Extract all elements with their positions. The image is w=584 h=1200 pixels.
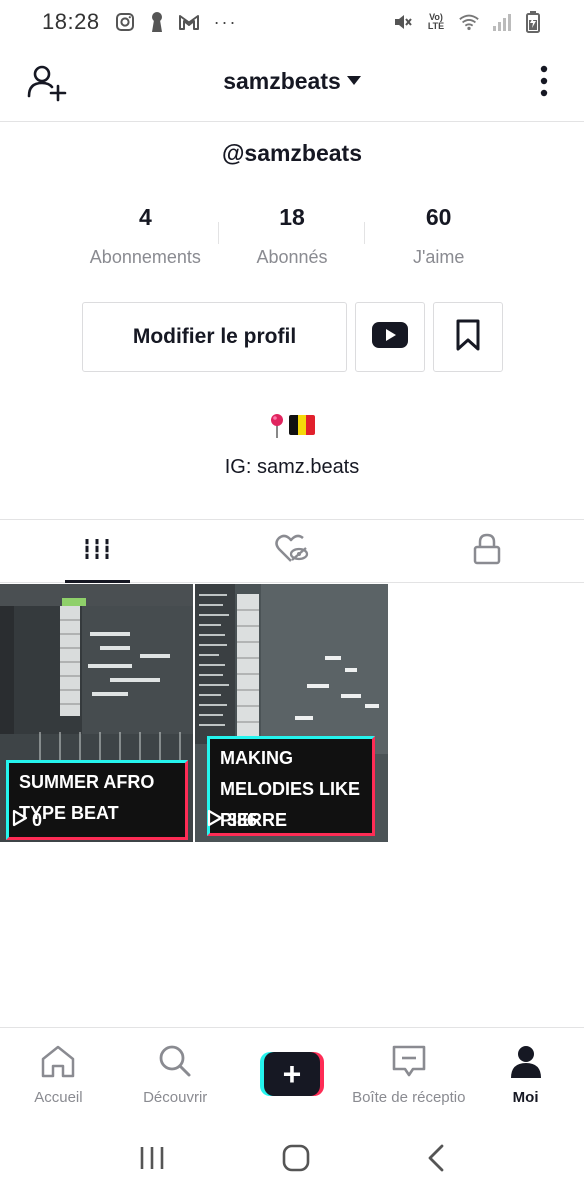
create-plus-icon: +	[259, 1052, 324, 1096]
stat-label: Abonnés	[256, 247, 328, 267]
view-count-value: 0	[32, 810, 43, 830]
status-more-dots: ···	[213, 11, 238, 32]
stat-label: Abonnements	[89, 247, 201, 267]
more-vertical-icon[interactable]	[534, 64, 554, 104]
status-time: 18:28	[42, 9, 100, 34]
edit-profile-button[interactable]: Modifier le profil	[82, 302, 347, 372]
wifi-icon	[458, 11, 480, 33]
nav-discover[interactable]: Découvrir	[117, 1028, 234, 1121]
system-nav-bar	[0, 1121, 584, 1200]
tab-liked[interactable]	[195, 520, 390, 582]
tab-active-indicator	[65, 580, 130, 583]
play-icon	[12, 809, 28, 832]
volte-icon: Vo) LTE	[427, 12, 445, 31]
nav-label: Boîte de réceptio	[352, 1089, 466, 1106]
videos-grid-icon	[84, 536, 111, 567]
instagram-icon	[114, 11, 136, 33]
favorites-button[interactable]	[433, 302, 503, 372]
stat-value: 60	[425, 204, 452, 230]
back-icon[interactable]	[425, 1143, 447, 1178]
liked-hidden-icon	[275, 534, 309, 569]
view-count: 386	[207, 809, 257, 832]
stat-following[interactable]: 4 Abonnements	[72, 200, 219, 270]
profile-stats: 4 Abonnements 18 Abonnés 60 J'aime	[72, 200, 512, 270]
stat-label: J'aime	[412, 247, 465, 267]
nav-profile[interactable]: Moi	[467, 1028, 584, 1121]
home-icon	[39, 1044, 77, 1083]
caption-line: SUMMER AFRO	[19, 772, 155, 792]
stat-value: 18	[279, 204, 305, 230]
nav-create[interactable]: +	[234, 1028, 351, 1121]
stat-value: 4	[138, 204, 152, 230]
recent-apps-icon[interactable]	[137, 1144, 167, 1177]
pin-icon	[269, 413, 285, 438]
signal-icon	[490, 11, 512, 33]
youtube-button[interactable]	[355, 302, 425, 372]
profile-icon	[509, 1044, 543, 1083]
stat-likes[interactable]: 60 J'aime	[365, 200, 512, 270]
play-icon	[207, 809, 223, 832]
mute-icon	[392, 11, 414, 33]
profile-handle: @samzbeats	[221, 140, 363, 166]
caption-line: TYPE BEAT	[19, 803, 119, 823]
search-icon	[157, 1044, 193, 1083]
status-right-icons: Vo) LTE	[392, 11, 544, 33]
status-bar: 18:28 ··· Vo) LTE	[0, 0, 584, 44]
belgium-flag	[289, 415, 315, 435]
account-switcher[interactable]: samzbeats	[0, 68, 584, 95]
nav-inbox[interactable]: Boîte de réceptio	[350, 1028, 467, 1121]
profile-actions: Modifier le profil	[82, 302, 503, 372]
youtube-icon	[371, 321, 409, 354]
stat-followers[interactable]: 18 Abonnés	[219, 200, 366, 270]
profile-header: samzbeats	[0, 44, 584, 122]
lock-icon	[473, 533, 501, 570]
home-button-icon[interactable]	[281, 1143, 311, 1178]
view-count-value: 386	[227, 810, 258, 830]
bookmark-icon	[454, 318, 482, 357]
caption-line: MELODIES LIKE	[220, 779, 361, 799]
page-title: samzbeats	[223, 68, 341, 94]
nav-home[interactable]: Accueil	[0, 1028, 117, 1121]
bio-text: IG: samz.beats	[224, 456, 360, 478]
battery-icon	[522, 11, 544, 33]
video-thumbnail[interactable]: SUMMER AFRO TYPE BEAT 0	[0, 584, 193, 842]
tab-videos[interactable]	[0, 520, 195, 583]
nav-label: Moi	[512, 1089, 539, 1106]
bottom-nav: Accueil Découvrir + Boîte de réceptio Mo…	[0, 1027, 584, 1121]
nav-label: Découvrir	[143, 1089, 208, 1106]
nav-label: Accueil	[34, 1089, 83, 1106]
caption-line: MAKING	[220, 748, 293, 768]
inbox-icon	[391, 1044, 427, 1083]
view-count: 0	[12, 809, 42, 832]
profile-bio: IG: samz.beats	[0, 410, 584, 479]
status-left-icons: ···	[114, 11, 238, 33]
chevron-down-icon	[346, 76, 361, 86]
content-tabs	[0, 519, 584, 583]
tab-private[interactable]	[389, 520, 584, 582]
keyhole-icon	[146, 11, 168, 33]
video-thumbnail[interactable]: MAKING MELODIES LIKE PIERRE BOURNE 386	[195, 584, 388, 842]
bio-emoji	[269, 410, 315, 440]
gmail-icon	[178, 11, 200, 33]
